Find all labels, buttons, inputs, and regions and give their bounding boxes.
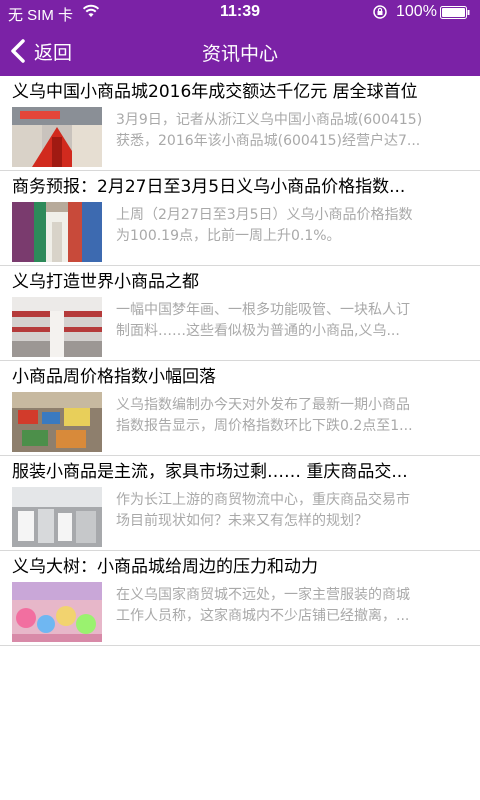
summary-line: 一幅中国梦年画、一根多功能吸管、一块私人订 [116,302,410,318]
news-title: 小商品周价格指数小幅回落 [12,367,216,387]
summary-line: 上周（2月27日至3月5日）义乌小商品价格指数 [116,207,413,223]
summary-line: 作为长江上游的商贸物流中心，重庆商品交易市 [116,492,410,508]
news-summary: 在义乌国家商贸城不远处，一家主营服装的商城 工作人员称，这家商城内不少店铺已经撤… [116,585,466,627]
news-title: 商务预报：2月27日至3月5日义乌小商品价格指数... [12,177,406,197]
summary-line: 义乌指数编制办今天对外发布了最新一期小商品 [116,397,410,413]
news-title: 服装小商品是主流，家具市场过剩…… 重庆商品交... [12,462,408,482]
news-thumbnail [12,297,102,357]
status-bar: 无 SIM 卡 11:39 100% [0,0,480,26]
news-item[interactable]: 义乌打造世界小商品之都 一幅中国梦年画、一根多功能吸管、一块私人订 制面料……这… [0,266,480,361]
news-thumbnail [12,582,102,642]
news-title: 义乌中国小商品城2016年成交额达千亿元 居全球首位 [12,82,418,102]
summary-line: 制面料……这些看似极为普通的小商品,义乌... [116,323,400,339]
news-thumbnail [12,487,102,547]
summary-line: 获悉，2016年该小商品城(600415)经营户达7... [116,133,421,149]
news-title: 义乌打造世界小商品之都 [12,272,199,292]
battery-icon [440,6,470,19]
summary-line: 在义乌国家商贸城不远处，一家主营服装的商城 [116,587,410,603]
news-summary: 义乌指数编制办今天对外发布了最新一期小商品 指数报告显示，周价格指数环比下跌0.… [116,395,466,437]
news-item[interactable]: 服装小商品是主流，家具市场过剩…… 重庆商品交... 作为长江上游的商贸物流中心… [0,456,480,551]
summary-line: 场目前现状如何？未来又有怎样的规划？ [116,513,368,529]
news-thumbnail [12,107,102,167]
page-title: 资讯中心 [201,43,278,65]
summary-line: 指数报告显示，周价格指数环比下跌0.2点至1... [116,418,413,434]
news-summary: 3月9日，记者从浙江义乌中国小商品城(600415) 获悉，2016年该小商品城… [116,110,466,152]
news-item[interactable]: 商务预报：2月27日至3月5日义乌小商品价格指数... 上周（2月27日至3月5… [0,171,480,266]
news-item[interactable]: 小商品周价格指数小幅回落 义乌指数编制办今天对外发布了最新一期小商品 指数报告显… [0,361,480,456]
news-summary: 作为长江上游的商贸物流中心，重庆商品交易市 场目前现状如何？未来又有怎样的规划？ [116,490,466,532]
summary-line: 3月9日，记者从浙江义乌中国小商品城(600415) [116,112,423,128]
news-summary: 上周（2月27日至3月5日）义乌小商品价格指数 为100.19点，比前一周上升0… [116,205,466,247]
summary-line: 为100.19点，比前一周上升0.1%。 [116,228,341,244]
navigation-bar: 返回 资讯中心 [0,26,480,76]
news-summary: 一幅中国梦年画、一根多功能吸管、一块私人订 制面料……这些看似极为普通的小商品,… [116,300,466,342]
news-thumbnail [12,392,102,452]
rotation-lock-icon [373,5,387,19]
news-thumbnail [12,202,102,262]
news-title: 义乌大树：小商品城给周边的压力和动力 [12,557,318,577]
news-item[interactable]: 义乌中国小商品城2016年成交额达千亿元 居全球首位 3月9日，记者从浙江义乌中… [0,76,480,171]
summary-line: 工作人员称，这家商城内不少店铺已经撤离，... [116,608,410,624]
battery-percent: 100% [396,3,437,20]
news-item[interactable]: 义乌大树：小商品城给周边的压力和动力 在义乌国家商贸城不远处，一家主营服装的商城… [0,551,480,646]
news-list: 义乌中国小商品城2016年成交额达千亿元 居全球首位 3月9日，记者从浙江义乌中… [0,76,480,646]
